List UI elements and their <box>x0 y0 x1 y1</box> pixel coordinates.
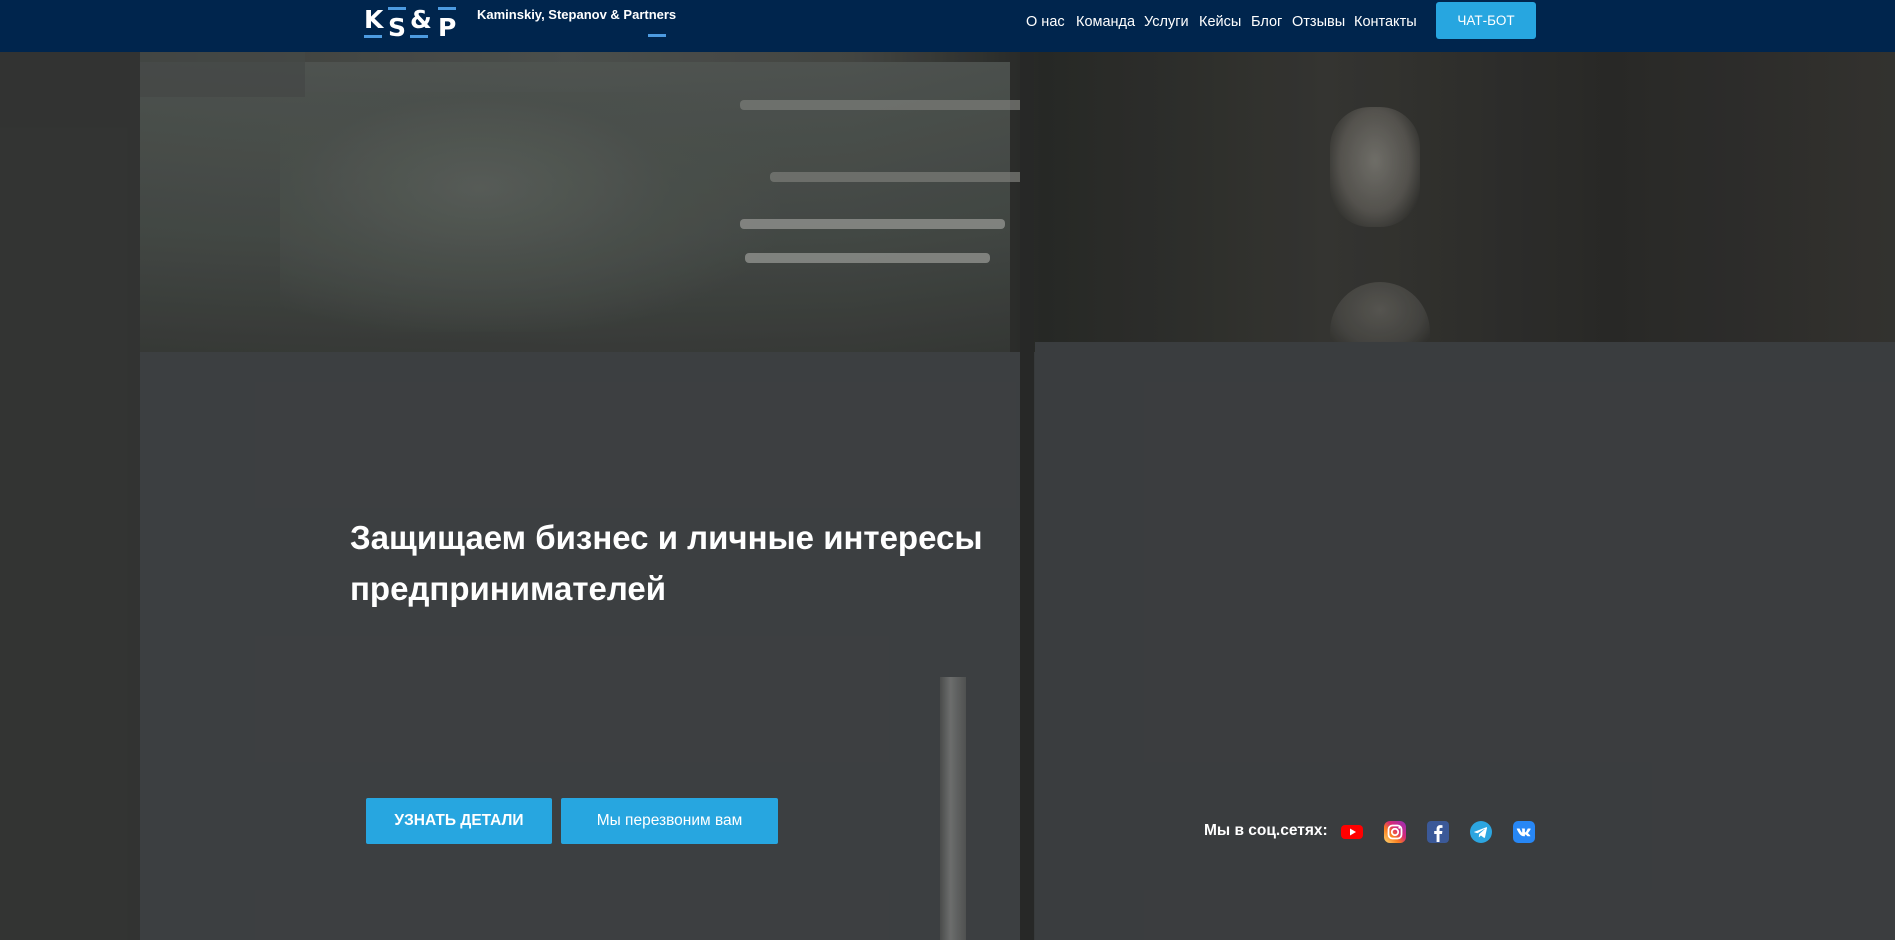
nav-item-reviews[interactable]: Отзывы <box>1292 14 1345 30</box>
logo-mark: K S & P <box>364 5 459 45</box>
nav-item-about[interactable]: О нас <box>1026 14 1065 30</box>
telegram-icon[interactable] <box>1469 820 1493 844</box>
nav-item-services[interactable]: Услуги <box>1144 14 1189 30</box>
logo-bar <box>388 7 406 10</box>
callback-button[interactable]: Мы перезвоним вам <box>561 798 778 844</box>
hero-headline-line: предпринимателей <box>350 570 666 607</box>
logo-bar <box>438 7 456 10</box>
logo-letter-p: P <box>438 13 457 42</box>
instagram-icon[interactable] <box>1383 820 1407 844</box>
learn-details-button[interactable]: УЗНАТЬ ДЕТАЛИ <box>366 798 552 844</box>
site-header: K S & P Kaminskiy, Stepanov & Partners О… <box>0 0 1895 52</box>
social-label: Мы в соц.сетях: <box>1204 822 1328 839</box>
hero-section <box>0 52 1895 940</box>
logo-letter-s: S <box>388 13 407 42</box>
hero-background-overlay <box>0 52 1895 940</box>
logo-letter-k: K <box>364 5 384 34</box>
hero-headline-line: Защищаем бизнес и личные интересы <box>350 519 983 556</box>
nav-item-blog[interactable]: Блог <box>1251 14 1282 30</box>
vk-icon[interactable] <box>1512 820 1536 844</box>
nav-item-contacts[interactable]: Контакты <box>1354 14 1417 30</box>
logo-bar <box>410 35 428 38</box>
nav-item-team[interactable]: Команда <box>1076 14 1135 30</box>
youtube-icon[interactable] <box>1340 820 1364 844</box>
hero-headline: Защищаем бизнес и личные интересы предпр… <box>350 512 1050 614</box>
nav-item-cases[interactable]: Кейсы <box>1199 14 1241 30</box>
facebook-icon[interactable] <box>1426 820 1450 844</box>
chat-bot-button[interactable]: ЧАТ-БОТ <box>1436 2 1536 39</box>
logo-letter-ampersand: & <box>410 5 432 34</box>
logo-underline <box>648 34 666 37</box>
site-logo[interactable]: K S & P Kaminskiy, Stepanov & Partners <box>364 5 676 45</box>
company-name: Kaminskiy, Stepanov & Partners <box>477 7 677 22</box>
logo-bar <box>364 35 382 38</box>
